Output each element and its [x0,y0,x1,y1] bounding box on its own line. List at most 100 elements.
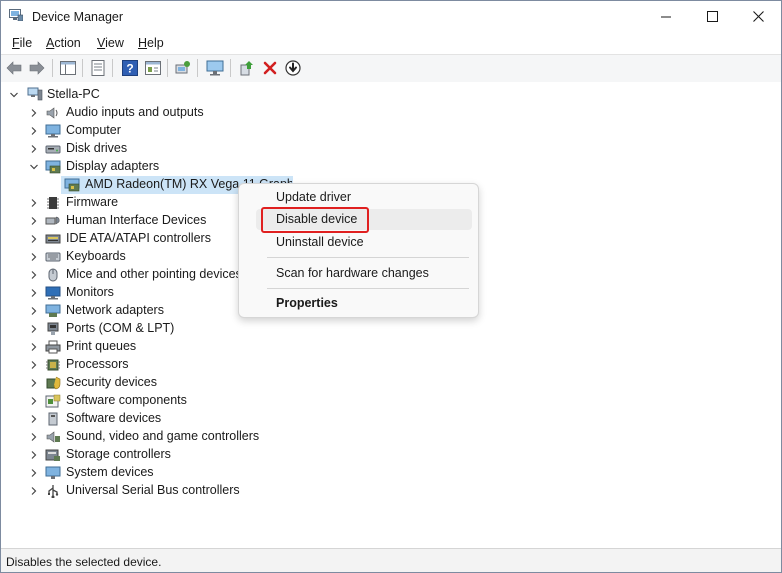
menu-item-update-driver[interactable]: Update driver [276,190,351,204]
show-hide-console-tree-icon [60,61,76,75]
tree-category-label: Software components [66,393,187,407]
chevron-right-icon[interactable] [29,144,39,154]
computer-root-icon [27,87,43,101]
chevron-right-icon[interactable] [29,198,39,208]
status-text: Disables the selected device. [6,555,162,569]
disable-device-button[interactable] [284,59,302,77]
tree-category-row[interactable]: System devices [1,464,781,482]
uninstall-button[interactable] [261,59,279,77]
tree-category-row[interactable]: Audio inputs and outputs [1,104,781,122]
toolbar-separator [82,59,83,77]
toolbar-separator [230,59,231,77]
back-arrow-icon [6,61,22,75]
chevron-right-icon[interactable] [29,288,39,298]
forward-button[interactable] [28,59,46,77]
menu-item-disable-device[interactable]: Disable device [276,212,357,226]
chevron-right-icon[interactable] [29,324,39,334]
tree-category-row[interactable]: Ports (COM & LPT) [1,320,781,338]
show-hide-console-tree-button[interactable] [59,59,77,77]
status-bar: Disables the selected device. [1,548,781,572]
chevron-right-icon[interactable] [29,432,39,442]
computer-icon [45,124,61,138]
tree-category-row[interactable]: Print queues [1,338,781,356]
tree-category-label: Ports (COM & LPT) [66,321,175,335]
tree-category-label: Display adapters [66,159,160,173]
menu-item-properties[interactable]: Properties [276,296,338,310]
tree-category-row[interactable]: Software components [1,392,781,410]
menu-view[interactable]: View [97,36,124,50]
tree-category-row[interactable]: Storage controllers [1,446,781,464]
monitor-button[interactable] [206,59,224,77]
chevron-right-icon[interactable] [29,360,39,370]
chevron-right-icon[interactable] [29,306,39,316]
view-button[interactable] [144,59,162,77]
minimize-button[interactable] [643,1,689,32]
toolbar-separator [167,59,168,77]
chevron-right-icon[interactable] [29,450,39,460]
chevron-down-icon[interactable] [29,162,39,172]
chevron-right-icon[interactable] [29,378,39,388]
chevron-right-icon[interactable] [29,252,39,262]
context-menu-separator [267,288,469,289]
tree-category-label: Audio inputs and outputs [66,105,204,119]
close-button[interactable] [735,1,781,32]
tree-root-row[interactable]: Stella-PC [1,86,781,104]
chevron-down-icon[interactable] [9,90,19,100]
tree-category-label: Universal Serial Bus controllers [66,483,240,497]
tree-category-row[interactable]: Universal Serial Bus controllers [1,482,781,500]
tree-category-row[interactable]: Security devices [1,374,781,392]
help-button[interactable]: ? [121,59,139,77]
tree-category-label: Firmware [66,195,119,209]
menu-bar: File Action View Help [1,32,781,54]
software-component-icon [45,394,61,408]
minimize-icon [661,16,671,17]
chevron-right-icon[interactable] [29,396,39,406]
tree-category-row[interactable]: Computer [1,122,781,140]
properties-button[interactable] [89,59,107,77]
chevron-right-icon[interactable] [29,126,39,136]
tree-category-row[interactable]: Display adapters [1,158,781,176]
network-icon [45,304,61,317]
menu-action[interactable]: Action [46,36,81,50]
tree-category-row[interactable]: Disk drives [1,140,781,158]
menu-item-scan-hardware[interactable]: Scan for hardware changes [276,266,429,280]
chevron-right-icon[interactable] [29,108,39,118]
chevron-right-icon[interactable] [29,342,39,352]
sound-icon [46,431,60,443]
usb-icon [48,485,59,498]
toolbar-separator [52,59,53,77]
mouse-icon [48,268,58,282]
menu-file[interactable]: File [12,36,32,50]
tree-category-row[interactable]: Processors [1,356,781,374]
chevron-right-icon[interactable] [29,414,39,424]
tree-category-label: Mice and other pointing devices [66,267,242,281]
tree-category-row[interactable]: Software devices [1,410,781,428]
chevron-right-icon[interactable] [29,468,39,478]
disk-icon [45,145,61,154]
chevron-right-icon[interactable] [29,486,39,496]
monitor-icon [45,286,61,300]
uninstall-x-icon [263,61,277,75]
device-manager-app-icon [9,9,23,21]
menu-help[interactable]: Help [138,36,164,50]
tree-category-label: Disk drives [66,141,128,155]
chevron-right-icon[interactable] [29,270,39,280]
svg-text:?: ? [126,62,133,76]
tree-category-label: System devices [66,465,154,479]
maximize-button[interactable] [689,1,735,32]
chevron-right-icon[interactable] [29,216,39,226]
chevron-right-icon[interactable] [29,234,39,244]
update-driver-button[interactable] [238,59,256,77]
tree-category-label: Storage controllers [66,447,171,461]
scan-hardware-button[interactable] [174,59,192,77]
display-adapter-icon [64,178,80,192]
back-button[interactable] [5,59,23,77]
device-manager-window: Device Manager File Action View Help ? S… [0,0,782,573]
title-bar: Device Manager [1,1,781,32]
menu-item-uninstall-device[interactable]: Uninstall device [276,235,364,249]
forward-arrow-icon [29,61,45,75]
tree-category-label: Processors [66,357,129,371]
system-icon [45,466,61,479]
tree-category-row[interactable]: Sound, video and game controllers [1,428,781,446]
firmware-icon [47,197,59,209]
